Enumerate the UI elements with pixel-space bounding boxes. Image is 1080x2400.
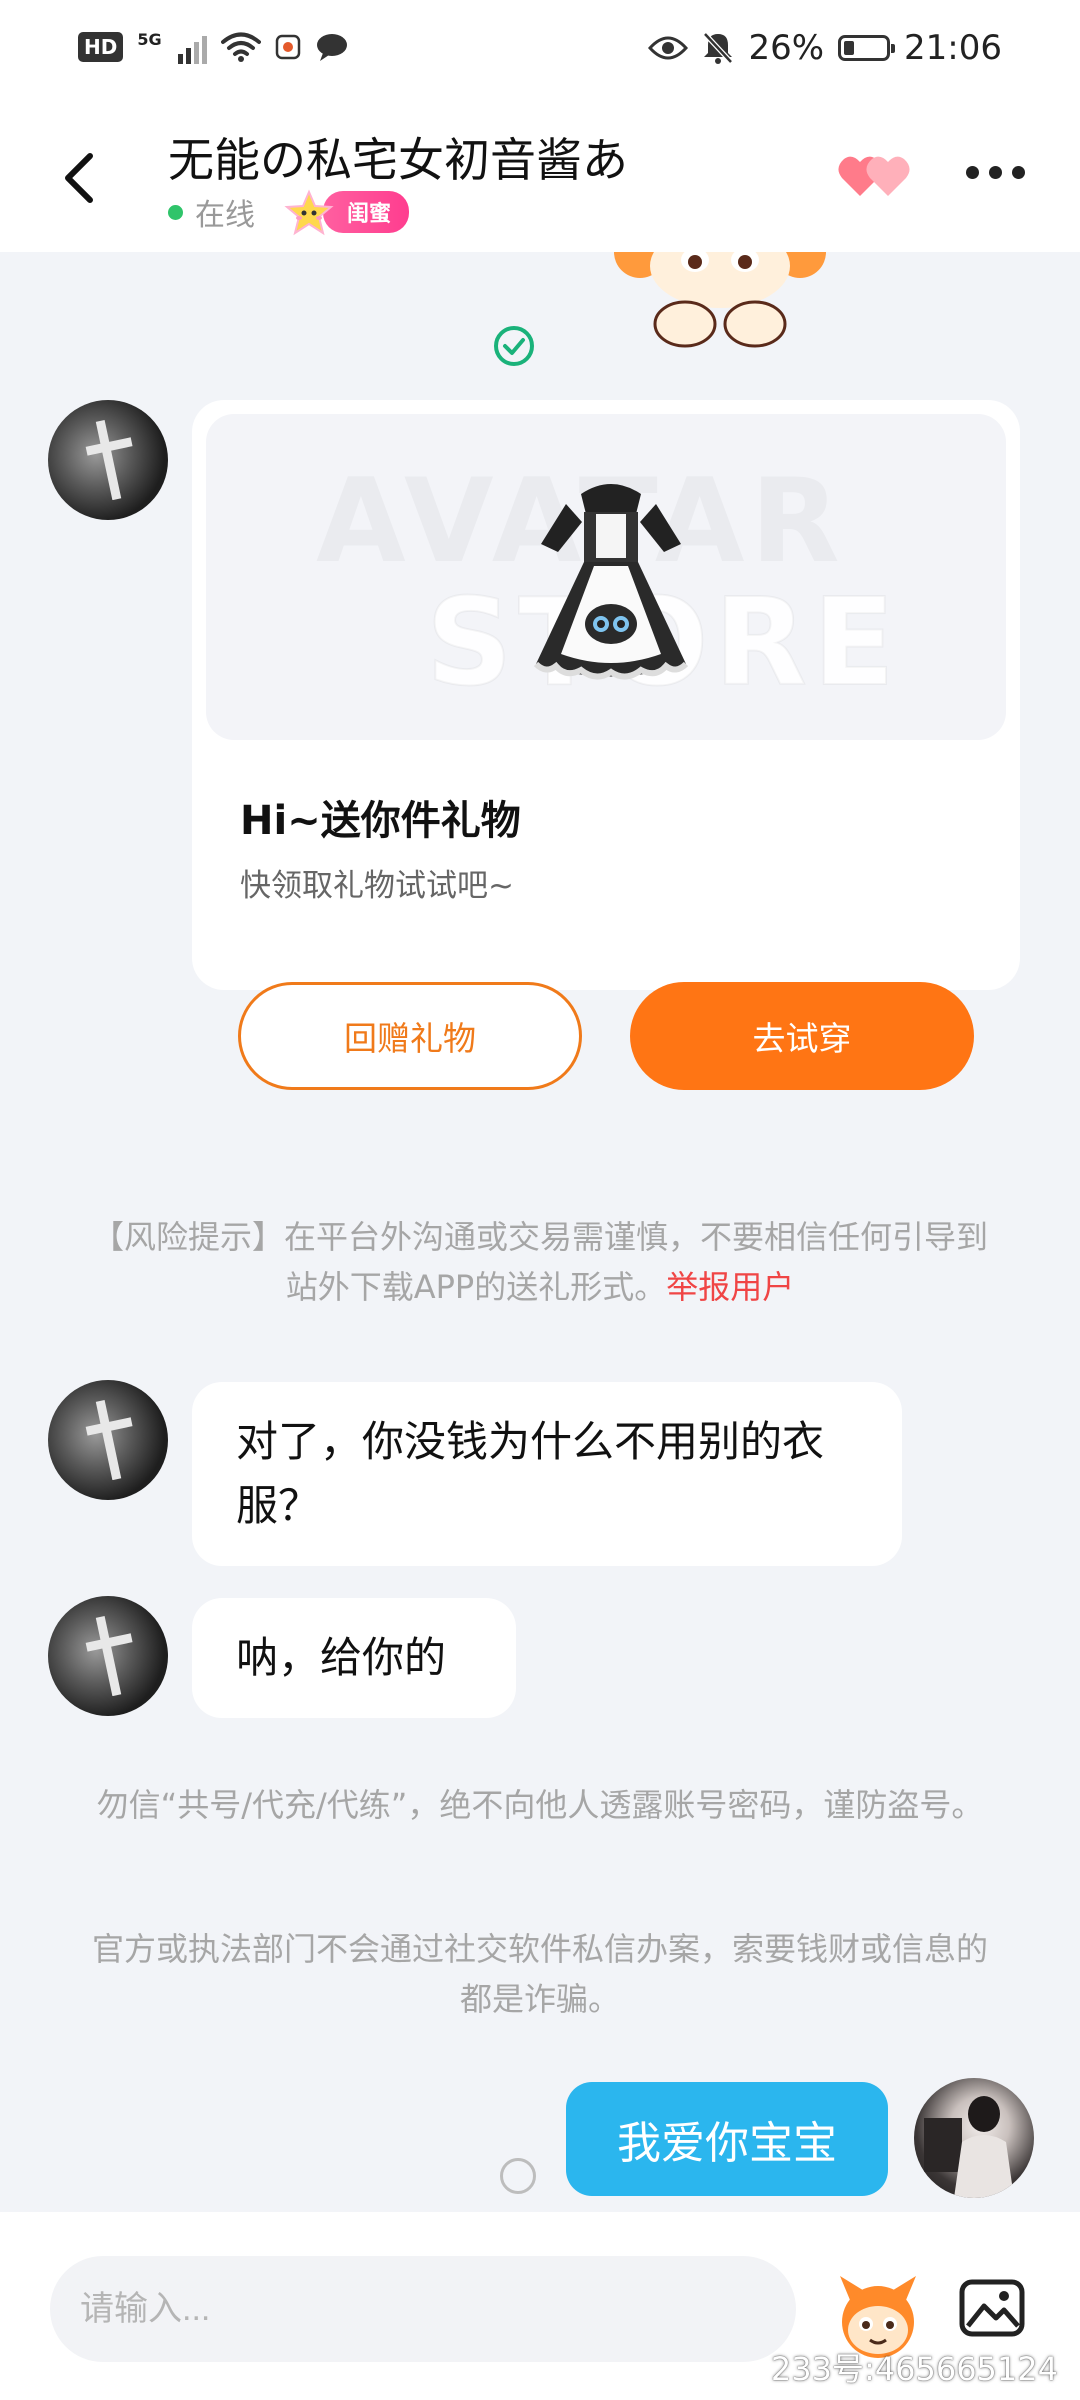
gift-subtitle: 快领取礼物试试吧~: [240, 868, 514, 904]
gift-preview[interactable]: AVATAR STORE: [206, 414, 1006, 740]
risk-notice: 【风险提示】在平台外沟通或交易需谨慎，不要相信任何引导到站外下载APP的送礼形式…: [80, 1212, 1000, 1312]
battery-percent: 26%: [748, 28, 825, 68]
input-bar: 233号:465665124: [0, 2212, 1080, 2400]
more-options-button[interactable]: [966, 166, 1025, 179]
system-notice: 勿信“共号/代充/代练”，绝不向他人透露账号密码，谨防盗号。: [96, 1786, 984, 1824]
presence-row: 在线 闺蜜: [168, 189, 410, 236]
status-bar-right: 26% 21:06: [648, 28, 1002, 68]
app-notification-icon: [275, 34, 300, 60]
delivered-check-icon: [494, 326, 534, 366]
image-picker-icon[interactable]: [956, 2272, 1028, 2344]
mute-bell-icon: [703, 32, 734, 64]
more-dot-icon: [989, 166, 1002, 179]
cross-pendant-icon: [85, 1400, 133, 1480]
wifi-icon: [220, 32, 261, 62]
gift-message-card[interactable]: AVATAR STORE Hi~送你: [192, 400, 1020, 1090]
risk-notice-text: 【风险提示】在平台外沟通或交易需谨慎，不要相信任何引导到站外下载APP的送礼形式…: [91, 1218, 988, 1306]
online-status: 在线: [195, 198, 255, 233]
incoming-message[interactable]: 呐，给你的: [192, 1598, 516, 1718]
chat-header: 无能の私宅女初音酱あ 在线 闺蜜: [0, 100, 1080, 252]
relationship-badge[interactable]: 闺蜜: [281, 189, 410, 236]
status-bar-left: HD 5G: [78, 30, 349, 64]
clock: 21:06: [904, 28, 1002, 68]
chat-screen: HD 5G 26% 21:06 无能の私宅女初音酱あ 在线 闺蜜 Hi~送你件礼…: [0, 0, 1080, 2400]
incoming-message[interactable]: 对了，你没钱为什么不用别的衣服？: [192, 1382, 902, 1566]
network-type-label: 5G: [137, 30, 162, 49]
account-watermark: 233号:465665124: [770, 2350, 1058, 2388]
contact-avatar[interactable]: [48, 1596, 168, 1716]
battery-icon: [838, 35, 896, 61]
back-arrow-icon[interactable]: [52, 148, 112, 208]
self-avatar-figure: [924, 2096, 1014, 2198]
return-gift-button[interactable]: 回赠礼物: [238, 982, 582, 1090]
outgoing-message[interactable]: 我爱你宝宝: [566, 2082, 888, 2196]
signal-icon: [177, 30, 207, 64]
chat-notification-icon: [316, 34, 347, 61]
more-dot-icon: [1012, 166, 1025, 179]
eye-icon: [648, 36, 689, 60]
contact-avatar[interactable]: [48, 1380, 168, 1500]
status-bar: HD 5G 26% 21:06: [0, 0, 1080, 100]
intimacy-hearts-icon[interactable]: [836, 150, 914, 200]
more-dot-icon: [966, 166, 979, 179]
try-on-button[interactable]: 去试穿: [630, 982, 974, 1090]
message-list[interactable]: AVATAR STORE Hi~送你: [0, 232, 1080, 2212]
message-input[interactable]: [50, 2256, 796, 2362]
cross-pendant-icon: [85, 420, 133, 500]
cross-pendant-icon: [85, 1616, 133, 1696]
report-user-link[interactable]: 举报用户: [666, 1268, 794, 1306]
online-dot: [168, 204, 183, 220]
system-notice: 官方或执法部门不会通过社交软件私信办案，索要钱财或信息的都是诈骗。: [91, 1930, 988, 2018]
star-mascot-icon: [284, 189, 334, 236]
contact-avatar[interactable]: [48, 400, 168, 520]
hd-icon: HD: [78, 32, 124, 62]
gift-title: Hi~送你件礼物: [240, 798, 521, 844]
battery-fill: [844, 41, 855, 55]
self-avatar[interactable]: [914, 2078, 1034, 2198]
contact-name[interactable]: 无能の私宅女初音酱あ: [168, 124, 628, 190]
maid-dress-icon: [533, 484, 689, 680]
select-message-radio[interactable]: [500, 2158, 536, 2194]
